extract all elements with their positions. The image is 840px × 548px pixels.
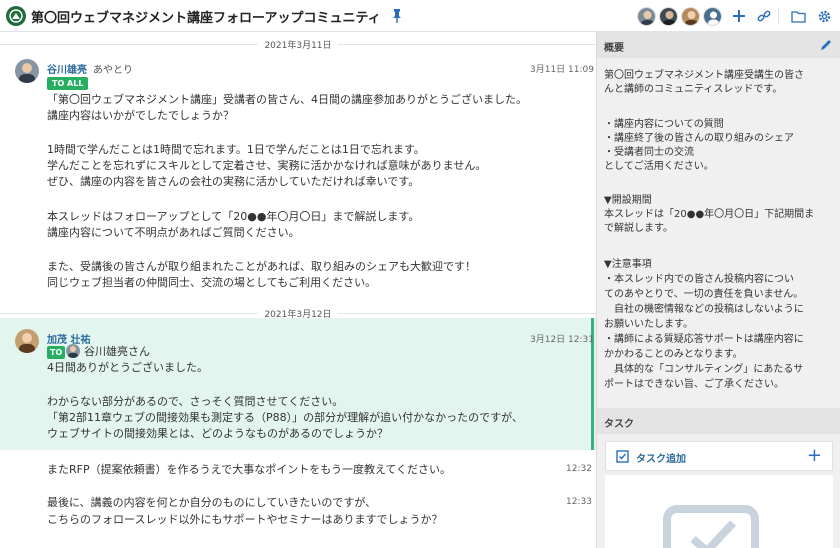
author-name[interactable]: 谷川雄亮 bbox=[47, 65, 87, 76]
overview-line: 具体的な「コンサルティング」にあたるサ bbox=[604, 364, 804, 375]
recipient-avatar bbox=[66, 344, 80, 358]
message-time: 3月12日 12:31 bbox=[530, 335, 594, 345]
overview-line: ▼開設期間 bbox=[604, 195, 652, 206]
thread-side-panel: 概要 第〇回ウェブマネジメント講座受講生の皆さ んと講師のコミュニティスレッドで… bbox=[596, 32, 840, 548]
date-label: 2021年3月11日 bbox=[0, 38, 596, 51]
add-task-label: タスク追加 bbox=[636, 454, 686, 465]
message-text: 本スレッドはフォローアップとして「20●●年〇月〇日」まで解説します。 bbox=[47, 210, 420, 223]
gear-icon[interactable] bbox=[815, 7, 833, 25]
message-time: 12:32 bbox=[566, 464, 592, 474]
overview-line: 第〇回ウェブマネジメント講座受講生の皆さ bbox=[604, 70, 804, 81]
overview-line: ▼注意事項 bbox=[604, 259, 652, 270]
member-avatar[interactable] bbox=[659, 7, 678, 26]
add-task-button[interactable]: タスク追加 + bbox=[605, 441, 833, 471]
overview-line: ・講座内容についての質問 bbox=[604, 119, 724, 130]
checkbox-icon bbox=[616, 450, 629, 463]
add-member-icon[interactable] bbox=[730, 7, 748, 25]
to-recipient[interactable]: 谷川雄亮さん bbox=[66, 343, 150, 359]
to-all-badge: TO ALL bbox=[47, 77, 89, 90]
overview-line: 自社の機密情報などの投稿はしないように bbox=[604, 304, 804, 315]
message-text: 学んだことを忘れずにスキルとして定着させ、実務に活かかなければ意味がありません。 bbox=[47, 159, 487, 172]
message-text: こちらのフォロースレッド以外にもサポートやセミナーはありますでしょうか？ bbox=[47, 513, 443, 526]
message-text: また、受講後の皆さんが取り組まれたことがあれば、取り組みのシェアも大歓迎です！ bbox=[47, 260, 476, 273]
message-text: ウェブサイトの間接効果とは、どのようなものがあるのでしょうか？ bbox=[47, 427, 388, 440]
overview-line: で解説します。 bbox=[604, 223, 673, 234]
overview-line: としてご活用ください。 bbox=[604, 161, 714, 172]
overview-header: 概要 bbox=[597, 32, 840, 58]
chat-timeline[interactable]: 2021年3月11日 谷川雄亮 あやとり 3月11日 11:09 TO ALL 「… bbox=[0, 32, 596, 548]
link-icon[interactable] bbox=[755, 7, 773, 25]
overview-line: ・本スレッド内での皆さん投稿内容につい bbox=[604, 274, 794, 285]
message-text: 「第2部11章ウェブの間接効果も測定する（P88）」の部分が理解が追い付かなかっ… bbox=[47, 411, 523, 424]
recipient-name: 谷川雄亮さん bbox=[84, 345, 150, 358]
message-text: わからない部分があるので、さっそく質問させてください。 bbox=[47, 395, 344, 408]
message-text: 1時間で学んだことは1時間で忘れます。1日で学んだことは1日で忘れます。 bbox=[47, 143, 425, 156]
message-text: 「第〇回ウェブマネジメント講座」受講者の皆さん、4日間の講座参加ありがとうござい… bbox=[47, 93, 527, 106]
header-divider bbox=[778, 9, 779, 23]
task-empty-check-icon bbox=[663, 499, 759, 548]
message-author[interactable]: 谷川雄亮 あやとり bbox=[47, 61, 133, 76]
avatar[interactable] bbox=[15, 329, 39, 353]
message-text: ぜひ、講座の内容を皆さんの会社の実務に活かしていただければ幸いです。 bbox=[47, 175, 420, 188]
message-text: 講座内容について不明点があればご質問ください。 bbox=[47, 226, 300, 239]
folder-icon[interactable] bbox=[789, 7, 807, 25]
pin-icon[interactable] bbox=[390, 8, 404, 24]
overview-line: ポートはできない旨、ご了承ください。 bbox=[604, 379, 784, 390]
overview-label: 概要 bbox=[604, 43, 624, 54]
message-text: 同じウェブ担当者の仲間同士、交流の場としてもご利用ください。 bbox=[47, 276, 377, 289]
author-subtitle: あやとり bbox=[93, 65, 133, 76]
message-text: 講座内容はいかがでしたでしょうか？ bbox=[47, 109, 234, 122]
member-avatars[interactable] bbox=[637, 7, 722, 26]
thread-header: 第〇回ウェブマネジメント講座フォローアップコミュニティ bbox=[0, 0, 840, 32]
member-avatar[interactable] bbox=[637, 7, 656, 26]
overview-line: ・講師による質疑応答サポートは講座内容に bbox=[604, 334, 804, 345]
task-empty-area bbox=[605, 475, 833, 548]
to-badge: TO bbox=[47, 346, 66, 359]
message-time: 3月11日 11:09 bbox=[530, 65, 594, 75]
member-avatar[interactable] bbox=[703, 7, 722, 26]
edit-pencil-icon[interactable] bbox=[819, 38, 833, 52]
plus-icon[interactable]: + bbox=[807, 445, 822, 467]
overview-line: てのあやとりで、一切の責任を負いません。 bbox=[604, 289, 804, 300]
thread-title: 第〇回ウェブマネジメント講座フォローアップコミュニティ bbox=[31, 11, 381, 26]
task-header: タスク bbox=[597, 408, 840, 434]
message-text: 最後に、講義の内容を何とか自分のものにしていきたいのですが、 bbox=[47, 496, 377, 509]
overview-line: んと講師のコミュニティスレッドです。 bbox=[604, 84, 783, 95]
overview-line: ・講座終了後の皆さんの取り組みのシェア bbox=[604, 133, 794, 144]
overview-line: 本スレッドは「20●●年〇月〇日」下記期間ま bbox=[604, 209, 815, 220]
task-label: タスク bbox=[604, 419, 634, 430]
overview-line: ・受講者同士の交流 bbox=[604, 147, 694, 158]
avatar[interactable] bbox=[15, 59, 39, 83]
member-avatar[interactable] bbox=[681, 7, 700, 26]
overview-line: お願いいたします。 bbox=[604, 319, 693, 330]
community-logo-icon bbox=[6, 6, 26, 26]
message-text: またRFP（提案依頼書）を作るうえで大事なポイントをもう一度教えてください。 bbox=[47, 463, 452, 476]
overview-line: かかわることのみとなります。 bbox=[604, 349, 743, 360]
message-time: 12:33 bbox=[566, 497, 592, 507]
message-text: 4日間ありがとうございました。 bbox=[47, 361, 208, 374]
